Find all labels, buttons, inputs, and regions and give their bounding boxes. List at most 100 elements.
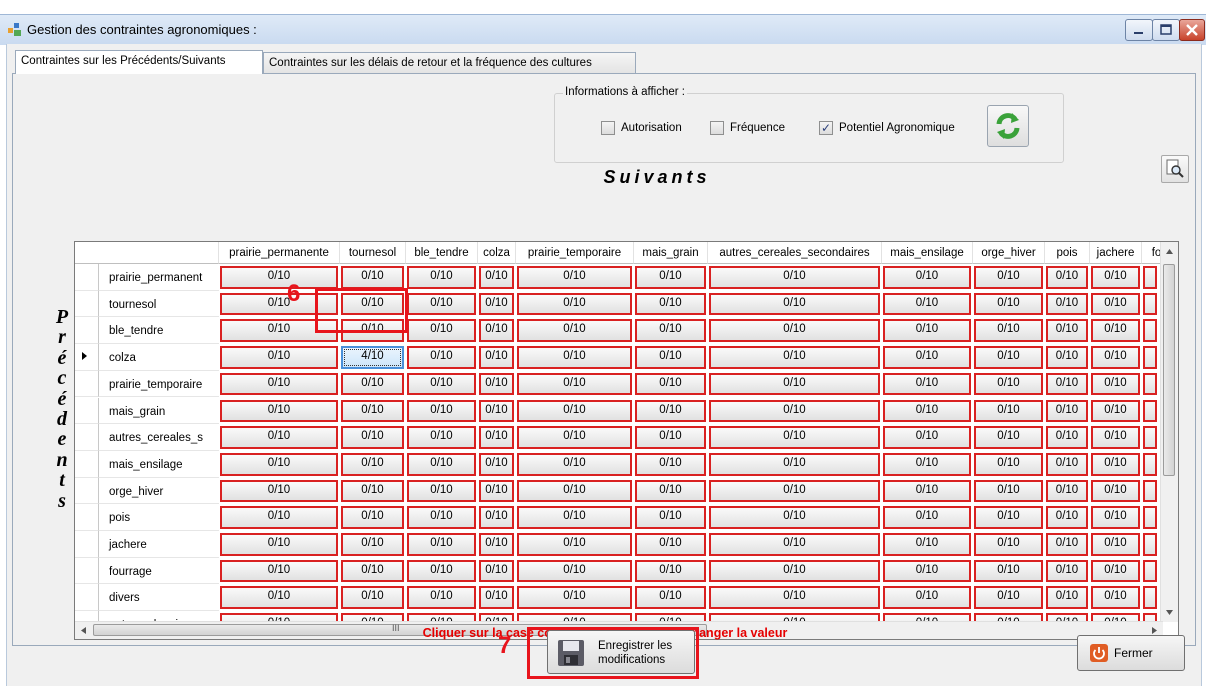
grid-cell-button[interactable]: 0/10 xyxy=(635,346,706,369)
grid-cell-button[interactable]: 0/10 xyxy=(883,426,971,449)
grid-cell-button[interactable]: 0/10 xyxy=(517,319,632,343)
column-header[interactable]: mais_ensilage xyxy=(882,242,973,264)
grid-cell-button[interactable]: 0/10 xyxy=(883,399,971,423)
grid-cell-button[interactable]: 0/10 xyxy=(1046,399,1088,423)
grid-cell-button[interactable]: 0/10 xyxy=(479,319,514,343)
grid-cell-button[interactable]: 0/10 xyxy=(517,533,632,556)
column-header[interactable]: orge_hiver xyxy=(973,242,1045,264)
column-header[interactable]: ble_tendre xyxy=(406,242,478,264)
row-selector[interactable] xyxy=(75,557,99,585)
grid-cell-button[interactable]: 0/10 xyxy=(341,479,404,503)
column-header[interactable]: autres_cereales_secondaires xyxy=(708,242,882,264)
tab-delais-retour[interactable]: Contraintes sur les délais de retour et … xyxy=(263,52,636,74)
grid-cell-button[interactable]: 0/10 xyxy=(220,452,338,476)
grid-cell-button[interactable]: 0/10 xyxy=(709,559,880,583)
grid-cell-button[interactable]: 0/10 xyxy=(1091,559,1140,583)
grid-cell-button[interactable]: 0/10 xyxy=(974,452,1043,476)
column-header[interactable]: jachere xyxy=(1090,242,1142,264)
vertical-scroll-thumb[interactable] xyxy=(1163,264,1175,476)
checkbox-autorisation[interactable]: Autorisation xyxy=(601,120,701,136)
grid-cell-button[interactable]: 0/10 xyxy=(407,346,476,369)
grid-cell-button[interactable]: 0/10 xyxy=(220,559,338,583)
grid-cell-button[interactable]: 0/10 xyxy=(1091,372,1140,396)
refresh-button[interactable] xyxy=(987,105,1029,147)
grid-cell-button-partial[interactable] xyxy=(1143,292,1157,316)
row-selector[interactable] xyxy=(75,344,99,371)
grid-cell-button[interactable]: 0/10 xyxy=(635,399,706,423)
grid-cell-button[interactable]: 0/10 xyxy=(517,452,632,476)
grid-cell-button[interactable]: 0/10 xyxy=(220,266,338,289)
grid-cell-button[interactable]: 0/10 xyxy=(709,319,880,343)
grid-cell-button[interactable]: 0/10 xyxy=(1046,266,1088,289)
row-selector[interactable] xyxy=(75,317,99,345)
grid-cell-button[interactable]: 0/10 xyxy=(974,533,1043,556)
grid-cell-button[interactable]: 0/10 xyxy=(883,319,971,343)
column-header[interactable]: pois xyxy=(1045,242,1090,264)
grid-cell-button[interactable]: 0/10 xyxy=(883,452,971,476)
grid-cell-button[interactable]: 0/10 xyxy=(517,399,632,423)
grid-cell-button[interactable]: 0/10 xyxy=(635,452,706,476)
grid-cell-button[interactable]: 0/10 xyxy=(883,506,971,529)
grid-cell-button[interactable]: 0/10 xyxy=(479,533,514,556)
grid-cell-button[interactable]: 0/10 xyxy=(974,479,1043,503)
minimize-button[interactable] xyxy=(1125,19,1153,41)
grid-cell-button[interactable]: 0/10 xyxy=(709,266,880,289)
row-selector[interactable] xyxy=(75,264,99,291)
grid-cell-button[interactable]: 0/10 xyxy=(341,533,404,556)
grid-cell-button[interactable]: 0/10 xyxy=(479,346,514,369)
grid-cell-button[interactable]: 0/10 xyxy=(635,266,706,289)
grid-cell-button-partial[interactable] xyxy=(1143,372,1157,396)
grid-cell-button[interactable]: 0/10 xyxy=(883,346,971,369)
grid-cell-button[interactable]: 0/10 xyxy=(1046,372,1088,396)
row-selector[interactable] xyxy=(75,477,99,505)
grid-cell-button-partial[interactable] xyxy=(1143,559,1157,583)
grid-cell-button[interactable]: 0/10 xyxy=(220,479,338,503)
grid-cell-button[interactable]: 0/10 xyxy=(407,372,476,396)
grid-cell-button[interactable]: 0/10 xyxy=(407,559,476,583)
grid-cell-button[interactable]: 0/10 xyxy=(709,292,880,316)
grid-cell-button[interactable]: 0/10 xyxy=(974,586,1043,610)
grid-cell-button[interactable]: 0/10 xyxy=(220,586,338,610)
grid-cell-button[interactable]: 0/10 xyxy=(709,586,880,610)
grid-cell-button[interactable]: 0/10 xyxy=(341,559,404,583)
grid-cell-button[interactable]: 0/10 xyxy=(479,399,514,423)
grid-cell-button[interactable]: 0/10 xyxy=(709,479,880,503)
grid-cell-button[interactable]: 0/10 xyxy=(517,506,632,529)
maximize-button[interactable] xyxy=(1152,19,1180,41)
row-selector[interactable] xyxy=(75,397,99,425)
grid-cell-button[interactable]: 0/10 xyxy=(1046,346,1088,369)
grid-cell-button[interactable]: 0/10 xyxy=(220,533,338,556)
grid-cell-button[interactable]: 0/10 xyxy=(517,479,632,503)
vertical-scrollbar[interactable] xyxy=(1160,242,1178,622)
grid-cell-button[interactable]: 0/10 xyxy=(709,346,880,369)
grid-cell-button[interactable]: 0/10 xyxy=(517,559,632,583)
grid-cell-button[interactable]: 0/10 xyxy=(479,479,514,503)
grid-cell-button[interactable]: 0/10 xyxy=(635,559,706,583)
grid-cell-button[interactable]: 0/10 xyxy=(479,452,514,476)
grid-cell-button[interactable]: 0/10 xyxy=(974,319,1043,343)
grid-cell-button[interactable]: 0/10 xyxy=(1091,586,1140,610)
column-header[interactable]: colza xyxy=(478,242,516,264)
grid-cell-button[interactable]: 0/10 xyxy=(709,426,880,449)
grid-cell-button[interactable]: 0/10 xyxy=(341,399,404,423)
grid-cell-button-partial[interactable] xyxy=(1143,506,1157,529)
grid-cell-button[interactable]: 0/10 xyxy=(1091,399,1140,423)
grid-cell-button[interactable]: 0/10 xyxy=(883,372,971,396)
tab-precedents-suivants[interactable]: Contraintes sur les Précédents/Suivants xyxy=(15,50,263,74)
grid-cell-button[interactable]: 0/10 xyxy=(1091,452,1140,476)
grid-cell-button[interactable]: 0/10 xyxy=(220,399,338,423)
grid-cell-button[interactable]: 0/10 xyxy=(407,586,476,610)
grid-cell-button[interactable]: 0/10 xyxy=(220,506,338,529)
grid-cell-button[interactable]: 0/10 xyxy=(635,586,706,610)
grid-cell-button-partial[interactable] xyxy=(1143,266,1157,289)
grid-cell-button[interactable]: 0/10 xyxy=(517,426,632,449)
grid-cell-button[interactable]: 0/10 xyxy=(974,266,1043,289)
grid-cell-button[interactable]: 0/10 xyxy=(1046,479,1088,503)
grid-cell-button[interactable]: 0/10 xyxy=(1046,319,1088,343)
grid-cell-button[interactable]: 0/10 xyxy=(974,506,1043,529)
grid-cell-button[interactable]: 0/10 xyxy=(341,586,404,610)
column-header[interactable]: mais_grain xyxy=(634,242,708,264)
row-selector[interactable] xyxy=(75,584,99,612)
grid-cell-button[interactable]: 0/10 xyxy=(479,292,514,316)
grid-cell-button[interactable]: 0/10 xyxy=(407,533,476,556)
